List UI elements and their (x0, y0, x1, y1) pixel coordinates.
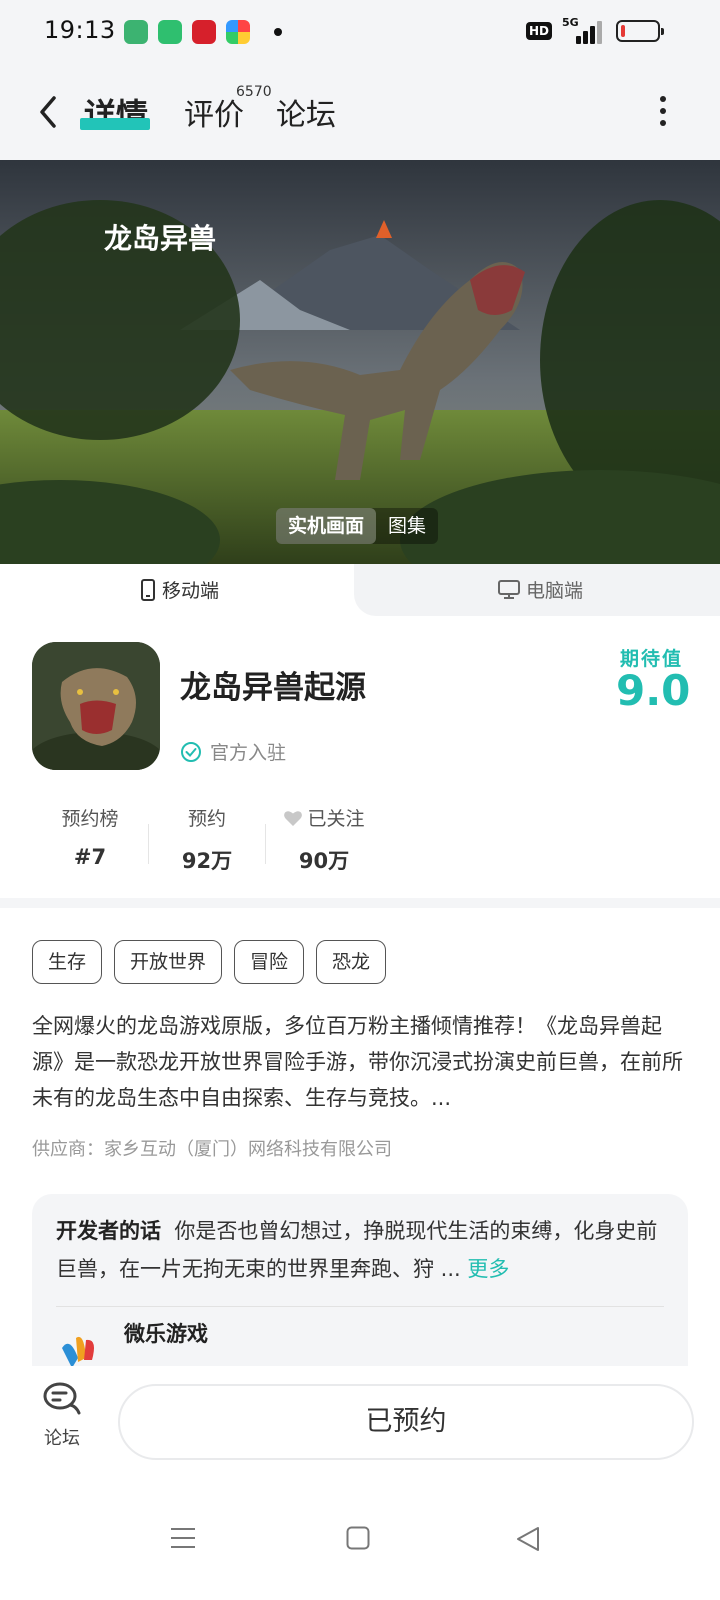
reserved-button[interactable]: 已预约 (118, 1384, 694, 1460)
tab-reviews[interactable]: 评价 (184, 90, 244, 134)
home-nav-icon[interactable] (346, 1526, 370, 1550)
battery-app-icon (158, 20, 182, 44)
developer-note-title: 开发者的话 (56, 1219, 161, 1243)
tab-pc-label: 电脑端 (526, 580, 584, 602)
more-options-icon[interactable] (660, 96, 668, 128)
notification-icons (124, 20, 282, 44)
heart-icon (284, 810, 303, 826)
developer-note: 开发者的话 你是否也曾幻想过，挣脱现代生活的束缚，化身史前巨兽，在一片无拘无束的… (56, 1212, 664, 1288)
back-nav-icon[interactable] (516, 1526, 540, 1552)
stat-rank-value: #7 (73, 845, 107, 869)
platform-tabs: 移动端 电脑端 (0, 564, 720, 616)
developer-card[interactable]: 开发者的话 你是否也曾幻想过，挣脱现代生活的束缚，化身史前巨兽，在一片无拘无束的… (32, 1194, 688, 1366)
forum-button-label: 论坛 (44, 1428, 80, 1449)
red-app-icon (192, 20, 216, 44)
app-name: 龙岛异兽起源 (180, 670, 366, 706)
toggle-gallery[interactable]: 图集 (376, 508, 438, 544)
tag-adventure[interactable]: 冒险 (234, 940, 305, 984)
official-badge: 官方入驻 (180, 738, 286, 765)
media-banner[interactable]: 龙岛异兽 实机画面 图集 (0, 160, 720, 564)
game-logo-art: 龙岛异兽 (104, 222, 216, 255)
stat-followers[interactable]: 已关注 90万 (266, 804, 382, 875)
toggle-gameplay[interactable]: 实机画面 (276, 508, 377, 544)
phone-icon (141, 578, 155, 601)
status-bar: 19:13 HD 5G (0, 0, 720, 64)
supplier-info: 供应商：家乡互动（厦门）网络科技有限公司 (32, 1139, 392, 1160)
stat-reservations: 预约 92万 (149, 804, 265, 875)
developer-logo-icon (62, 1336, 94, 1366)
developer-name[interactable]: 微乐游戏 (124, 1318, 208, 1348)
media-type-toggle: 实机画面 图集 (276, 508, 439, 544)
stat-reservations-label: 预约 (187, 808, 226, 830)
section-divider (0, 898, 720, 908)
tag-survival[interactable]: 生存 (32, 940, 103, 984)
active-tab-indicator (80, 118, 150, 130)
tag-dinosaur[interactable]: 恐龙 (316, 940, 387, 984)
stat-followers-value: 90万 (298, 849, 350, 873)
developer-divider (56, 1306, 664, 1307)
back-icon[interactable] (34, 92, 64, 132)
hd-icon: HD (525, 22, 552, 40)
app-icon (32, 642, 160, 770)
tag-list: 生存 开放世界 冒险 恐龙 (32, 940, 387, 984)
dinosaur-icon (32, 642, 160, 770)
tab-forum[interactable]: 论坛 (276, 90, 336, 134)
stat-rank[interactable]: 预约榜 #7 (32, 804, 148, 875)
tab-pc[interactable]: 电脑端 (498, 576, 583, 603)
verified-check-icon (181, 741, 201, 762)
game-description[interactable]: 全网爆火的龙岛游戏原版，多位百万粉主播倾情推荐！《龙岛异兽起源》是一款恐龙开放世… (32, 1008, 692, 1116)
review-count-badge: 6570 (236, 84, 272, 100)
menu-nav-icon[interactable] (170, 1526, 196, 1550)
network-type: 5G (562, 16, 579, 29)
battery-icon (616, 20, 664, 42)
tab-mobile-label: 移动端 (162, 580, 220, 602)
status-indicators: HD 5G (525, 16, 664, 44)
expectation-score: 9.0 (616, 666, 691, 715)
battery-level (621, 25, 625, 37)
developer-more-link[interactable]: 更多 (467, 1257, 509, 1281)
photos-icon (226, 20, 250, 44)
app-store-icon (124, 20, 148, 44)
more-notifications-icon (274, 28, 282, 36)
banner-artwork: 龙岛异兽 (0, 160, 720, 564)
monitor-icon (498, 579, 520, 599)
official-label: 官方入驻 (210, 742, 287, 764)
tab-mobile[interactable]: 移动端 (140, 576, 219, 603)
stat-rank-label: 预约榜 (61, 808, 119, 830)
bottom-action-bar: 论坛 已预约 (0, 1366, 720, 1476)
forum-button[interactable]: 论坛 (36, 1380, 88, 1450)
chat-bubble-icon (43, 1382, 81, 1415)
top-nav: 详情 评价 6570 论坛 (0, 64, 720, 160)
stat-followers-label: 已关注 (307, 808, 365, 830)
status-time: 19:13 (44, 16, 116, 44)
stat-reservations-value: 92万 (181, 849, 233, 873)
system-nav-bar (0, 1476, 720, 1600)
stats-row: 预约榜 #7 预约 92万 已关注 90万 (32, 804, 382, 875)
signal-icon: 5G (562, 16, 602, 44)
tag-open-world[interactable]: 开放世界 (114, 940, 223, 984)
